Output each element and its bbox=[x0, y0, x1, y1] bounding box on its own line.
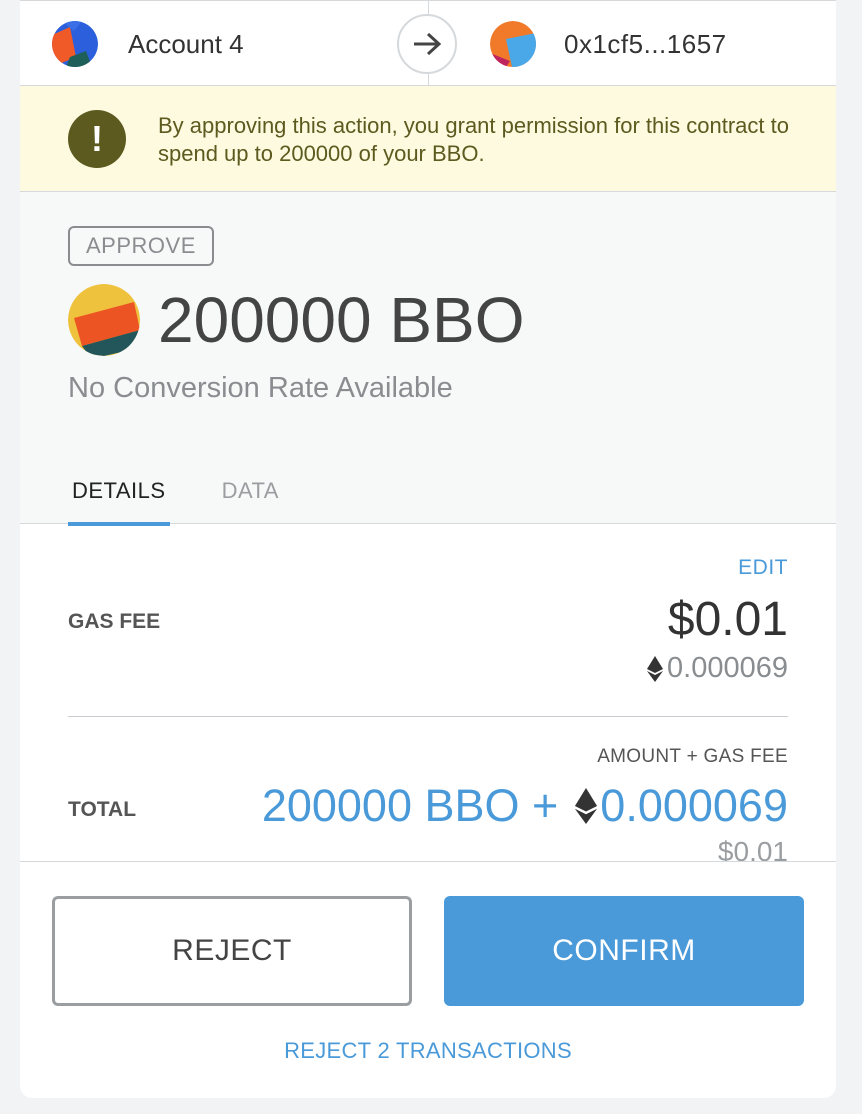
tab-details[interactable]: DETAILS bbox=[68, 464, 170, 526]
bbo-token-icon bbox=[68, 284, 140, 356]
direction-indicator bbox=[397, 14, 457, 74]
token-amount-row: 200000 BBO bbox=[68, 280, 525, 360]
sender-account-name: Account 4 bbox=[128, 29, 244, 59]
tab-data[interactable]: DATA bbox=[218, 464, 283, 526]
reject-all-transactions-link[interactable]: REJECT 2 TRANSACTIONS bbox=[20, 1038, 836, 1064]
action-badge: APPROVE bbox=[68, 226, 214, 266]
conversion-rate-text: No Conversion Rate Available bbox=[68, 372, 453, 404]
arrow-right-icon bbox=[414, 32, 442, 56]
details-tabs: DETAILS DATA bbox=[68, 464, 283, 526]
total-amount-eth: 0.000069 bbox=[600, 780, 788, 831]
sender-account[interactable]: Account 4 bbox=[52, 21, 244, 67]
gas-fee-fiat: $0.01 bbox=[667, 593, 788, 646]
total-fiat: $0.01 bbox=[717, 836, 788, 862]
sender-identicon-icon bbox=[52, 21, 98, 67]
total-label: TOTAL bbox=[68, 798, 137, 821]
recipient-identicon-icon bbox=[490, 21, 536, 67]
ethereum-icon bbox=[575, 788, 598, 824]
ethereum-icon bbox=[647, 655, 664, 682]
exclamation-icon: ! bbox=[68, 110, 126, 168]
recipient-account[interactable]: 0x1cf5...1657 bbox=[490, 21, 727, 67]
details-divider bbox=[68, 716, 788, 717]
total-amount-token: 200000 BBO + bbox=[261, 780, 559, 831]
warning-message: By approving this action, you grant perm… bbox=[158, 113, 789, 166]
transaction-summary: APPROVE 200000 BBO No Conversion Rate Av… bbox=[20, 192, 836, 526]
approval-warning-banner: ! By approving this action, you grant pe… bbox=[20, 86, 836, 192]
total-amount: 200000 BBO + 0.000069 bbox=[262, 780, 788, 832]
edit-gas-button[interactable]: EDIT bbox=[738, 556, 788, 580]
gas-fee-eth: 0.000069 bbox=[647, 652, 788, 685]
total-sublabel: AMOUNT + GAS FEE bbox=[597, 746, 788, 767]
gas-fee-label: GAS FEE bbox=[68, 610, 161, 633]
confirm-transaction-card: Account 4 0x1cf5...1657 ! By approving t… bbox=[20, 0, 836, 1098]
reject-button[interactable]: REJECT bbox=[52, 896, 412, 1006]
token-amount: 200000 BBO bbox=[158, 284, 525, 356]
recipient-address: 0x1cf5...1657 bbox=[564, 29, 727, 59]
transaction-details: EDIT GAS FEE $0.01 0.000069 AMOUNT + GAS… bbox=[20, 524, 836, 862]
transaction-header: Account 4 0x1cf5...1657 bbox=[20, 0, 836, 87]
confirm-button[interactable]: CONFIRM bbox=[444, 896, 804, 1006]
gas-fee-eth-value: 0.000069 bbox=[667, 652, 788, 684]
